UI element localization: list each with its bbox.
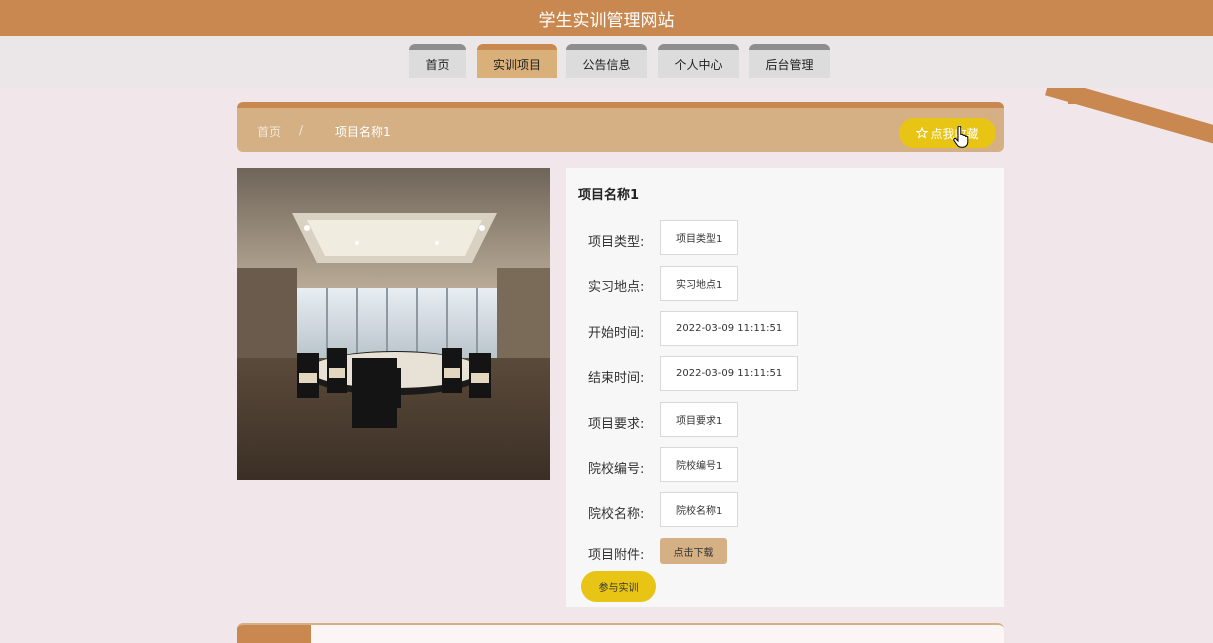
nav-item-training-projects[interactable]: 实训项目 [477,44,557,78]
nav-item-admin[interactable]: 后台管理 [749,44,830,78]
field-label-internship-location: 实习地点: [588,280,645,295]
project-title: 项目名称1 [578,188,640,203]
nav-item-personal-center[interactable]: 个人中心 [658,44,739,78]
site-header: 学生实训管理网站 [0,0,1213,36]
field-label-requirements: 项目要求: [588,417,645,432]
field-label-start-time: 开始时间: [588,326,645,341]
favorite-button[interactable]: 点我收藏 [899,118,996,148]
field-value-school-name: 院校名称1 [660,492,739,527]
field-value-internship-location: 实习地点1 [660,266,739,301]
site-title: 学生实训管理网站 [538,10,675,31]
breadcrumb: 首页 / 项目名称1 点我收藏 [237,102,1004,152]
breadcrumb-separator: / [299,123,304,137]
field-value-end-time: 2022-03-09 11:11:51 [660,356,799,391]
bottom-panel-tab[interactable] [237,625,311,643]
field-label-end-time: 结束时间: [588,371,645,386]
main-nav: 首页 实训项目 公告信息 个人中心 后台管理 [0,36,1213,88]
decorative-stripe [1040,88,1213,183]
field-value-requirements: 项目要求1 [660,402,739,437]
field-value-project-type: 项目类型1 [660,220,739,255]
hand-cursor-icon [953,126,969,148]
project-detail-panel: 项目名称1 项目类型: 项目类型1 实习地点: 实习地点1 开始时间: 2022… [566,168,1004,607]
download-button[interactable]: 点击下载 [660,538,727,564]
field-value-start-time: 2022-03-09 11:11:51 [660,311,799,346]
breadcrumb-home-link[interactable]: 首页 [257,123,281,140]
nav-item-announcements[interactable]: 公告信息 [566,44,647,78]
conference-room-photo [237,168,550,480]
field-value-school-code: 院校编号1 [660,447,739,482]
field-label-attachment: 项目附件: [588,548,645,563]
project-image [237,168,550,480]
join-training-button[interactable]: 参与实训 [581,571,656,602]
field-label-project-type: 项目类型: [588,235,645,250]
field-label-school-name: 院校名称: [588,507,645,522]
field-label-school-code: 院校编号: [588,462,645,477]
bottom-panel [237,623,1004,643]
nav-item-home[interactable]: 首页 [409,44,466,78]
star-icon [916,127,929,139]
breadcrumb-current: 项目名称1 [335,125,391,139]
